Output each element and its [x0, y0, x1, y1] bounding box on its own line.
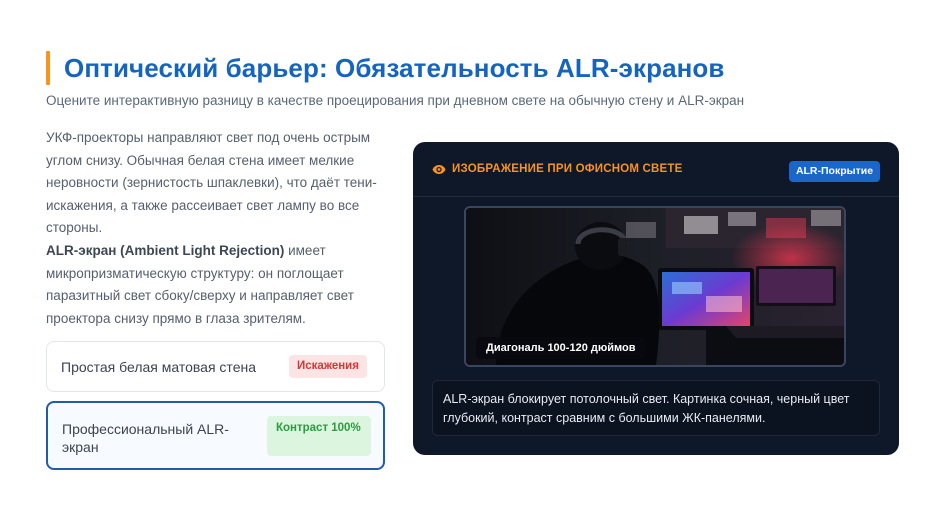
option-label: Профессиональный ALR-экран — [62, 421, 229, 455]
page-header: Оптический барьер: Обязательность ALR-эк… — [46, 50, 906, 86]
preview-panel: ИЗОБРАЖЕНИЕ ПРИ ОФИСНОМ СВЕТЕ ALR-Покрыт… — [413, 142, 899, 455]
distortion-badge: Искажения — [289, 355, 367, 378]
preview-panel-header: ИЗОБРАЖЕНИЕ ПРИ ОФИСНОМ СВЕТЕ ALR-Покрыт… — [413, 142, 899, 197]
caption-text: ALR-экран блокирует потолочный свет. Кар… — [443, 392, 850, 425]
projection-image: Диагональ 100-120 дюймов — [464, 206, 846, 367]
page-title: Оптический барьер: Обязательность ALR-эк… — [64, 53, 725, 83]
caption-box: ALR-экран блокирует потолочный свет. Кар… — [432, 380, 880, 436]
title-accent-bar — [46, 51, 50, 85]
preview-heading: ИЗОБРАЖЕНИЕ ПРИ ОФИСНОМ СВЕТЕ — [452, 163, 683, 175]
alr-coating-badge: ALR-Покрытие — [789, 161, 880, 182]
eye-icon — [432, 165, 446, 174]
explanation-paragraph-1: УКФ-проекторы направляют свет под очень … — [46, 130, 377, 236]
explanation-paragraph-2: ALR-экран (Ambient Light Rejection) имее… — [46, 240, 386, 330]
alr-term: ALR-экран (Ambient Light Rejection) — [46, 242, 285, 258]
option-label: Простая белая матовая стена — [61, 359, 256, 375]
page-subtitle: Оцените интерактивную разницу в качестве… — [46, 93, 745, 108]
explanation-text: УКФ-проекторы направляют свет под очень … — [46, 127, 386, 330]
diagonal-badge: Диагональ 100-120 дюймов — [476, 337, 646, 359]
contrast-badge: Контраст 100% — [267, 416, 371, 456]
option-alr-screen[interactable]: Профессиональный ALR-экран Контраст 100% — [46, 401, 385, 470]
option-white-wall[interactable]: Простая белая матовая стена Искажения — [46, 341, 385, 392]
